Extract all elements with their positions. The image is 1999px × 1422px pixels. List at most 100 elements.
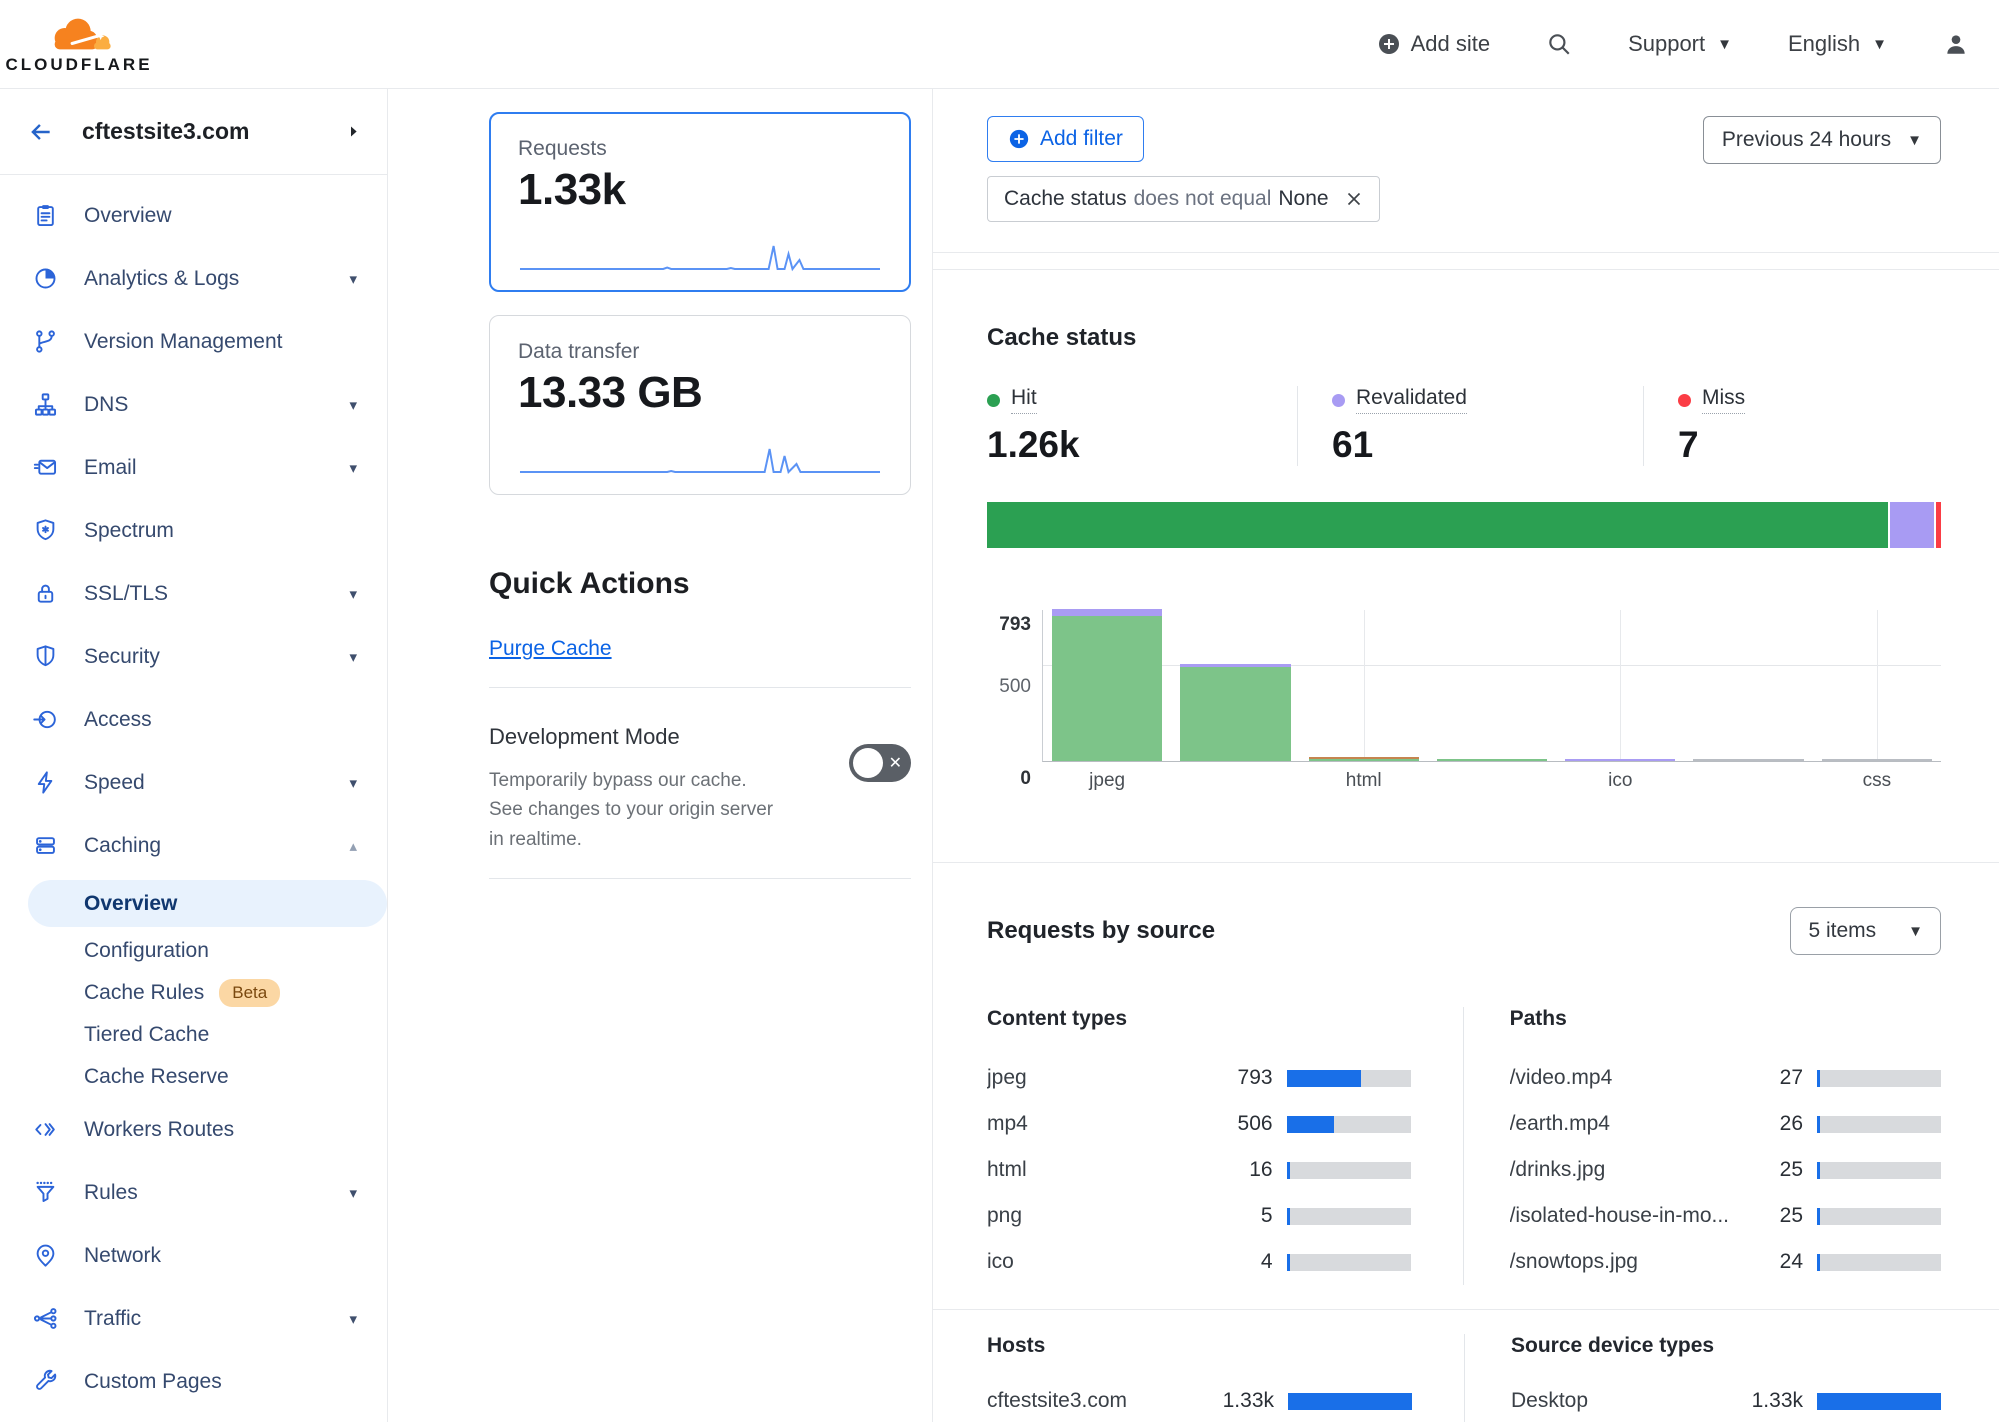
support-menu[interactable]: Support ▼ — [1628, 31, 1732, 57]
search-icon[interactable] — [1546, 31, 1572, 57]
row-label: cftestsite3.com — [987, 1389, 1210, 1413]
development-mode-section: Development Mode Temporarily bypass our … — [489, 724, 911, 854]
filter-chip[interactable]: Cache status does not equal None — [987, 176, 1380, 222]
table-row: /isolated-house-in-mo...25 — [1510, 1193, 1941, 1239]
row-value: 25 — [1739, 1158, 1803, 1182]
requests-metric-card[interactable]: Requests 1.33k — [489, 112, 911, 292]
plus-circle-icon — [1008, 128, 1030, 150]
chart-slot-mp4 — [1171, 610, 1299, 761]
row-bar-fill — [1287, 1116, 1334, 1133]
x-axis-label: ico — [1556, 770, 1684, 792]
row-value: 5 — [1209, 1204, 1273, 1228]
security-icon — [32, 643, 59, 670]
add-filter-label: Add filter — [1040, 127, 1123, 151]
beta-badge: Beta — [219, 979, 280, 1007]
cloudflare-dashboard: CLOUDFLARE Add site Support ▼ English ▼ … — [0, 0, 1999, 1422]
sidebar-item-email[interactable]: Email▾ — [0, 436, 387, 499]
development-mode-toggle[interactable]: ✕ — [849, 744, 911, 782]
sidebar-item-label: Version Management — [84, 330, 282, 354]
data-transfer-card-value: 13.33 GB — [518, 368, 882, 418]
sidebar-item-label: Network — [84, 1244, 161, 1268]
chart-bar-png — [1437, 759, 1547, 761]
row-label: html — [987, 1158, 1209, 1182]
vertical-gridline — [1620, 610, 1621, 761]
row-bar — [1287, 1116, 1411, 1133]
user-icon[interactable] — [1943, 31, 1969, 57]
sidebar-item-access[interactable]: Access — [0, 688, 387, 751]
hit-label[interactable]: Hit — [1011, 386, 1037, 414]
custom-pages-icon — [32, 1368, 59, 1395]
row-value: 16 — [1209, 1158, 1273, 1182]
vertical-gridline — [1364, 610, 1365, 761]
rules-icon — [32, 1179, 59, 1206]
cache-status-bar-chart: 793 500 0 jpeghtmlicocss — [987, 610, 1941, 810]
sidebar-item-traffic[interactable]: Traffic▾ — [0, 1287, 387, 1350]
hit-dot-icon — [987, 394, 1000, 407]
sidebar-subitem-tiered-cache[interactable]: Tiered Cache — [0, 1014, 387, 1056]
top-bar: CLOUDFLARE Add site Support ▼ English ▼ — [0, 0, 1999, 89]
data-transfer-sparkline — [518, 444, 882, 478]
chart-bar-jpeg — [1052, 609, 1162, 761]
sidebar-item-speed[interactable]: Speed▾ — [0, 751, 387, 814]
sidebar-item-network[interactable]: Network — [0, 1224, 387, 1287]
sidebar-item-analytics-logs[interactable]: Analytics & Logs▾ — [0, 247, 387, 310]
sidebar-item-spectrum[interactable]: Spectrum — [0, 499, 387, 562]
sidebar-item-custom-pages[interactable]: Custom Pages — [0, 1350, 387, 1413]
sidebar-item-version-management[interactable]: Version Management — [0, 310, 387, 373]
chevron-down-icon: ▼ — [1908, 923, 1923, 940]
language-menu[interactable]: English ▼ — [1788, 31, 1887, 57]
row-value: 24 — [1739, 1250, 1803, 1274]
items-count-dropdown[interactable]: 5 items ▼ — [1790, 907, 1941, 955]
sidebar-item-workers-routes[interactable]: Workers Routes — [0, 1098, 387, 1161]
sidebar-item-label: Workers Routes — [84, 1118, 234, 1142]
chart-bar-css — [1822, 759, 1932, 761]
revalidated-label[interactable]: Revalidated — [1356, 386, 1467, 414]
close-icon[interactable] — [1343, 188, 1365, 210]
speed-icon — [32, 769, 59, 796]
purge-cache-link[interactable]: Purge Cache — [489, 637, 612, 661]
sidebar-subitem-cache-reserve[interactable]: Cache Reserve — [0, 1056, 387, 1098]
sidebar-item-rules[interactable]: Rules▾ — [0, 1161, 387, 1224]
back-arrow-icon[interactable] — [28, 119, 54, 145]
filter-value: None — [1278, 187, 1328, 211]
hosts-table: Hosts cftestsite3.com1.33k — [987, 1334, 1465, 1422]
cloudflare-logo[interactable]: CLOUDFLARE — [14, 14, 144, 75]
chevron-right-icon[interactable] — [346, 124, 361, 139]
sidebar-item-overview[interactable]: Overview — [0, 184, 387, 247]
table-row: png5 — [987, 1193, 1411, 1239]
chevron-down-icon: ▾ — [349, 396, 357, 414]
bottom-tables: Hosts cftestsite3.com1.33k Source device… — [987, 1334, 1941, 1422]
sidebar-subitem-label: Cache Rules — [84, 981, 204, 1005]
sidebar-subitem-overview[interactable]: Overview — [28, 880, 387, 927]
time-range-dropdown[interactable]: Previous 24 hours ▼ — [1703, 116, 1941, 164]
miss-label[interactable]: Miss — [1702, 386, 1745, 414]
sidebar-item-label: Access — [84, 708, 152, 732]
chart-slot-css: css — [1813, 610, 1941, 761]
chart-plot-area: jpeghtmlicocss — [1042, 610, 1941, 762]
data-transfer-metric-card[interactable]: Data transfer 13.33 GB — [489, 315, 911, 495]
sidebar-item-label: Email — [84, 456, 137, 480]
table-row: /drinks.jpg25 — [1510, 1147, 1941, 1193]
add-site-button[interactable]: Add site — [1377, 31, 1491, 57]
sidebar-subitem-cache-rules[interactable]: Cache Rules Beta — [0, 972, 387, 1014]
chevron-down-icon: ▾ — [349, 648, 357, 666]
sidebar-item-security[interactable]: Security▾ — [0, 625, 387, 688]
sidebar-subitem-configuration[interactable]: Configuration — [0, 930, 387, 972]
divider — [933, 269, 1999, 270]
filter-field: Cache status — [1004, 187, 1127, 211]
chart-slot-ico: ico — [1556, 610, 1684, 761]
devices-title: Source device types — [1511, 1334, 1941, 1358]
sidebar-item-label: DNS — [84, 393, 128, 417]
sidebar: cftestsite3.com OverviewAnalytics & Logs… — [0, 89, 388, 1422]
chart-slot — [1684, 610, 1812, 761]
row-value: 1.33k — [1210, 1389, 1274, 1413]
add-filter-button[interactable]: Add filter — [987, 116, 1144, 162]
sidebar-item-caching[interactable]: Caching▴ — [0, 814, 387, 877]
chevron-down-icon: ▼ — [1872, 36, 1887, 53]
row-bar-fill — [1817, 1393, 1941, 1410]
language-label: English — [1788, 31, 1860, 57]
sidebar-item-dns[interactable]: DNS ▾ — [0, 373, 387, 436]
sidebar-item-ssl-tls[interactable]: SSL/TLS▾ — [0, 562, 387, 625]
site-header: cftestsite3.com — [0, 89, 387, 175]
row-bar-fill — [1287, 1254, 1290, 1271]
